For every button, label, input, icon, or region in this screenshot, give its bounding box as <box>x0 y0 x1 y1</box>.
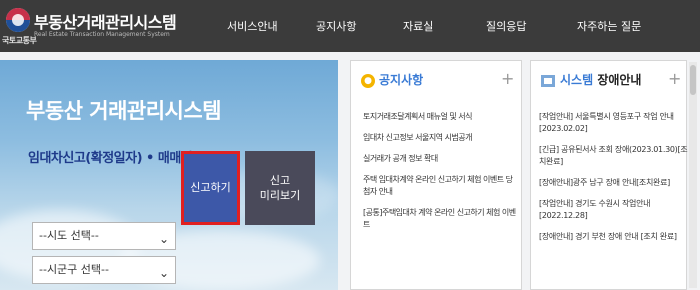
chevron-down-icon: ⌄ <box>158 266 169 280</box>
nav-archive[interactable]: 자료실 <box>403 18 433 34</box>
chevron-down-icon: ⌄ <box>158 232 169 246</box>
list-item[interactable]: 실거래가 공개 정보 확대 <box>363 153 518 165</box>
site-logo[interactable]: 국토교통부 부동산거래관리시스템 Real Estate Transaction… <box>0 0 180 52</box>
scrollbar-thumb[interactable] <box>690 65 696 95</box>
nav-service-info[interactable]: 서비스안내 <box>227 18 278 34</box>
notice-list: 토지거래조달계획서 매뉴얼 및 서식 임대차 신고정보 서울지역 시범공개 실거… <box>363 111 518 240</box>
preview-label-line1: 신고 <box>269 174 291 187</box>
list-item[interactable]: [장애안내] 경기 부천 장애 안내 [조치 완료] <box>539 231 689 243</box>
outage-title-suffix: 장애안내 <box>597 73 642 87</box>
main-nav: 서비스안내 공지사항 자료실 질의응답 자주하는 질문 <box>205 0 700 52</box>
notice-bell-icon: ● <box>361 73 375 88</box>
nav-faq[interactable]: 자주하는 질문 <box>577 18 641 34</box>
ministry-name: 국토교통부 <box>2 36 37 45</box>
hero-subtitle: 임대차신고(확정일자) • 매매신고 <box>28 151 204 166</box>
outage-more-icon[interactable]: + <box>668 69 681 88</box>
nav-qna[interactable]: 질의응답 <box>486 18 526 34</box>
sigungu-select-value: --시군구 선택-- <box>39 263 109 276</box>
government-emblem-icon <box>6 8 30 32</box>
site-title: 부동산거래관리시스템 <box>34 13 177 32</box>
sigungu-select[interactable]: --시군구 선택-- ⌄ <box>32 256 176 284</box>
list-item[interactable]: 임대차 신고정보 서울지역 시범공개 <box>363 132 518 144</box>
sido-select-value: --시도 선택-- <box>39 229 99 242</box>
outage-list: [작업안내] 서울특별시 영등포구 작업 안내[2023.02.02] [긴급]… <box>539 111 689 252</box>
sido-select[interactable]: --시도 선택-- ⌄ <box>32 222 176 250</box>
outage-header[interactable]: 시스템 장애안내 <box>541 71 641 91</box>
top-header: 국토교통부 부동산거래관리시스템 Real Estate Transaction… <box>0 0 700 52</box>
list-item[interactable]: [공통]주택임대차 계약 온라인 신고하기 체험 이벤트 <box>363 207 518 231</box>
list-item[interactable]: [장애안내]광주 남구 장애 안내[조치완료] <box>539 177 689 189</box>
list-item[interactable]: 주택 임대차계약 온라인 신고하기 체험 이벤트 당첨자 안내 <box>363 174 518 198</box>
notice-title: 공지사항 <box>379 73 424 87</box>
report-preview-button[interactable]: 신고 미리보기 <box>245 151 315 225</box>
list-item[interactable]: [긴급] 공유된서사 조회 장애(2023.01.30)[조치완료] <box>539 144 689 168</box>
list-item[interactable]: 토지거래조달계획서 매뉴얼 및 서식 <box>363 111 518 123</box>
list-item[interactable]: [작업안내] 서울특별시 영등포구 작업 안내[2023.02.02] <box>539 111 689 135</box>
list-item[interactable]: [작업안내] 경기도 수원시 작업안내[2022.12.28] <box>539 198 689 222</box>
notice-panel: ● 공지사항 + 토지거래조달계획서 매뉴얼 및 서식 임대차 신고정보 서울지역… <box>350 60 522 290</box>
nav-notice[interactable]: 공지사항 <box>316 18 356 34</box>
preview-label-line2: 미리보기 <box>259 189 301 202</box>
outage-title-prefix: 시스템 <box>560 73 594 87</box>
hero-title: 부동산 거래관리시스템 <box>26 99 222 123</box>
notice-more-icon[interactable]: + <box>501 69 514 88</box>
monitor-icon <box>541 74 555 87</box>
notice-header[interactable]: ● 공지사항 <box>361 71 423 91</box>
report-button[interactable]: 신고하기 <box>181 151 240 225</box>
site-subtitle: Real Estate Transaction Management Syste… <box>34 31 170 38</box>
outage-panel: 시스템 장애안내 + [작업안내] 서울특별시 영등포구 작업 안내[2023.… <box>530 60 689 290</box>
scrollbar[interactable] <box>689 62 697 288</box>
